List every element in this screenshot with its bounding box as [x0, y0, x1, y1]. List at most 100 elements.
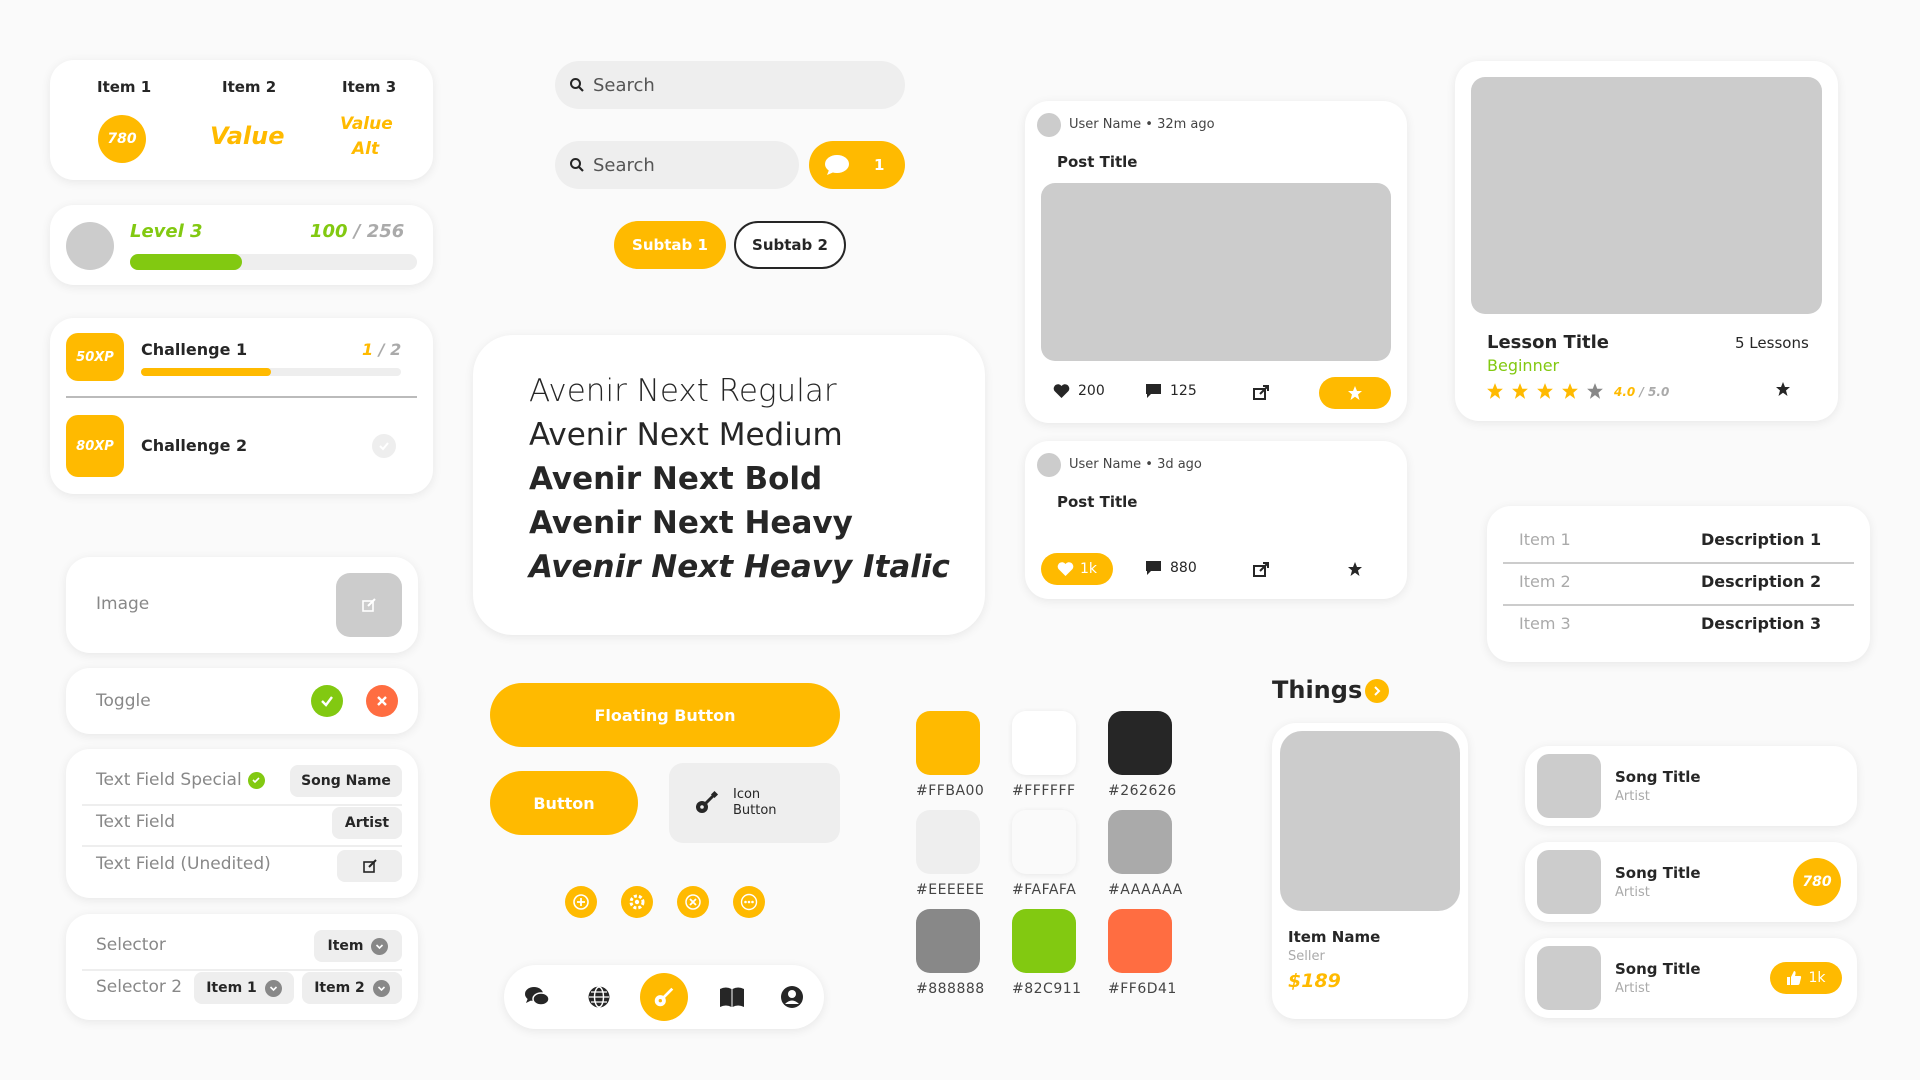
heart-icon	[1053, 383, 1070, 399]
font-heavy-sample: Avenir Next Heavy	[529, 505, 853, 541]
product-name: Item Name	[1288, 928, 1381, 946]
subtab-2[interactable]: Subtab 2	[734, 221, 846, 269]
text-field-label: Text Field	[96, 812, 176, 832]
thumbs-up-icon	[1786, 970, 1802, 986]
post-meta: User Name • 32m ago	[1069, 117, 1215, 132]
tab-guitar-active[interactable]	[640, 973, 688, 1021]
color-swatch	[1108, 810, 1172, 874]
stat-label-2: Item 2	[222, 78, 277, 96]
subtab-1[interactable]: Subtab 1	[614, 221, 726, 269]
star-icon[interactable]	[1347, 561, 1363, 577]
level-total: 256	[366, 221, 405, 242]
song-row[interactable]: Song Title Artist 1k	[1525, 938, 1857, 1018]
more-button[interactable]	[733, 886, 765, 918]
color-swatch-label: #888888	[916, 981, 985, 997]
divider	[82, 845, 402, 847]
image-upload-button[interactable]	[336, 573, 402, 637]
share-icon[interactable]	[1253, 561, 1270, 577]
profile-icon[interactable]	[780, 985, 804, 1009]
comment-icon	[1145, 560, 1162, 576]
close-button[interactable]	[677, 886, 709, 918]
description-table: Item 1 Description 1 Item 2 Description …	[1487, 506, 1870, 662]
color-swatch	[1012, 810, 1076, 874]
image-label: Image	[96, 594, 150, 614]
text-field-special-text: Text Field Special	[96, 770, 242, 790]
challenge-progress-text: 1 / 2	[362, 340, 401, 359]
post-card-1: User Name • 32m ago Post Title 200 125	[1025, 101, 1407, 423]
chat-count: 1	[874, 156, 885, 174]
search-bar[interactable]: Search	[555, 61, 905, 109]
song-artwork	[1537, 850, 1601, 914]
guitar-icon	[652, 985, 676, 1009]
color-swatch	[916, 909, 980, 973]
icon-button[interactable]: Icon Button	[669, 763, 840, 843]
star-icon	[1536, 382, 1554, 400]
post-user-name: User Name	[1069, 117, 1142, 132]
color-swatch	[1108, 909, 1172, 973]
rating-max: 5.0	[1648, 385, 1670, 399]
post-card-2: User Name • 3d ago Post Title 1k 880	[1025, 441, 1407, 599]
divider	[1503, 562, 1854, 564]
color-swatch-label: #FF6D41	[1108, 981, 1177, 997]
comment-button[interactable]: 125	[1145, 383, 1197, 399]
edit-field-button[interactable]	[337, 850, 402, 882]
like-button-active[interactable]: 1k	[1041, 553, 1113, 585]
selector-dropdown[interactable]: Item	[314, 930, 402, 962]
song-name-field[interactable]: Song Name	[290, 765, 402, 797]
check-circle-icon[interactable]	[372, 434, 396, 458]
toggle-row: Toggle	[66, 668, 418, 734]
song-row[interactable]: Song Title Artist	[1525, 746, 1857, 826]
section-title: Things	[1272, 676, 1363, 704]
star-icon	[1347, 385, 1363, 401]
comment-button[interactable]: 880	[1145, 560, 1197, 576]
star-icon	[1561, 382, 1579, 400]
edit-icon	[362, 858, 378, 874]
bookmark-star-icon[interactable]	[1775, 381, 1791, 397]
icon-button-line2: Button	[733, 803, 777, 818]
typography-card: Avenir Next Regular Avenir Next Medium A…	[473, 335, 985, 635]
lesson-level: Beginner	[1487, 356, 1560, 375]
toggle-off-icon[interactable]	[366, 685, 398, 717]
level-progress-track	[130, 254, 417, 270]
color-swatch	[1108, 711, 1172, 775]
challenge-title: Challenge 1	[141, 340, 248, 359]
star-icon	[1486, 382, 1504, 400]
color-swatch-label: #FFBA00	[916, 783, 985, 799]
share-icon[interactable]	[1253, 384, 1270, 400]
song-artist: Artist	[1615, 981, 1650, 996]
challenge-progress-fill	[141, 368, 271, 376]
color-swatch-label: #FAFAFA	[1012, 882, 1077, 898]
song-like-button[interactable]: 1k	[1770, 962, 1842, 994]
toggle-on-icon[interactable]	[311, 685, 343, 717]
book-icon[interactable]	[719, 986, 745, 1008]
close-icon	[685, 894, 701, 910]
chat-bubbles-icon[interactable]	[524, 985, 550, 1009]
selector-2-dropdown-1[interactable]: Item 1	[194, 972, 294, 1004]
song-row[interactable]: Song Title Artist 780	[1525, 842, 1857, 922]
chat-button[interactable]: 1	[809, 141, 905, 189]
globe-icon[interactable]	[587, 985, 611, 1009]
post-title: Post Title	[1057, 493, 1138, 511]
song-score-badge: 780	[1793, 858, 1841, 906]
favorite-button-active[interactable]	[1319, 377, 1391, 409]
artist-field[interactable]: Artist	[332, 807, 402, 839]
icon-button-text: Icon Button	[733, 787, 777, 819]
settings-button[interactable]	[621, 886, 653, 918]
selector-2-value-2: Item 2	[314, 980, 365, 996]
add-button[interactable]	[565, 886, 597, 918]
floating-button[interactable]: Floating Button	[490, 683, 840, 747]
star-icon	[1511, 382, 1529, 400]
stat-value-alt-line1: Value	[340, 114, 393, 134]
selectors-card: Selector Item Selector 2 Item 1 Item 2	[66, 914, 418, 1020]
table-description: Description 2	[1701, 572, 1822, 591]
product-card[interactable]: Item Name Seller $189	[1272, 723, 1468, 1019]
primary-button[interactable]: Button	[490, 771, 638, 835]
search-bar-2[interactable]: Search	[555, 141, 799, 189]
comment-icon	[1145, 383, 1162, 399]
lesson-card[interactable]: Lesson Title 5 Lessons Beginner 4.0 / 5.…	[1455, 61, 1838, 421]
stat-value: Value	[210, 122, 285, 150]
font-bold-sample: Avenir Next Bold	[529, 461, 823, 497]
selector-2-dropdown-2[interactable]: Item 2	[302, 972, 402, 1004]
arrow-right-icon[interactable]	[1365, 679, 1389, 703]
like-button[interactable]: 200	[1053, 383, 1105, 399]
